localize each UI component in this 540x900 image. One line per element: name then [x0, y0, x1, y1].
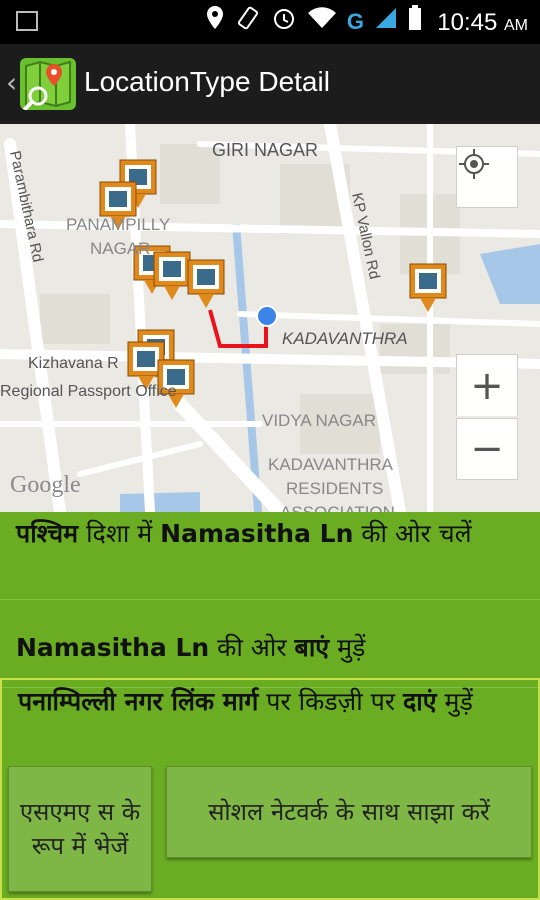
- status-bar: G 10:45 AM: [0, 0, 540, 44]
- back-chevron-icon[interactable]: ‹: [6, 66, 17, 99]
- share-social-button[interactable]: सोशल नेटवर्क के साथ साझा करें: [166, 766, 532, 858]
- page-title: LocationType Detail: [84, 66, 330, 97]
- step-emphasis: Namasitha Ln: [16, 633, 210, 662]
- step-emphasis: पनाम्पिल्ली नगर लिंक मार्ग: [18, 687, 259, 716]
- step-text: मुड़ें: [329, 633, 366, 662]
- map-label: NAGAR: [90, 239, 150, 258]
- zoom-out-button[interactable]: −: [456, 418, 518, 480]
- rotate-icon: [235, 5, 261, 39]
- direction-step[interactable]: Namasitha Ln की ओर बाएं मुड़ें: [0, 602, 540, 688]
- clock-time: 10:45: [437, 9, 498, 36]
- step-text: की ओर: [209, 633, 295, 662]
- current-location-dot: [256, 305, 278, 327]
- step-emphasis: बाएं: [294, 633, 330, 662]
- map-label: Kizhavana R: [28, 355, 119, 372]
- step-text: दिशा में: [78, 519, 161, 548]
- alarm-icon: [271, 5, 297, 39]
- clock-ampm: AM: [504, 17, 528, 34]
- signal-icon: [374, 6, 398, 38]
- wifi-icon: [307, 6, 337, 38]
- my-location-button[interactable]: [456, 146, 518, 208]
- app-map-icon[interactable]: [20, 58, 76, 110]
- step-emphasis: पश्चिम: [16, 519, 79, 548]
- send-as-sms-button[interactable]: एसएमए स के रूप में भेजें: [8, 766, 152, 892]
- step-text: मुड़ें: [436, 687, 473, 716]
- direction-step[interactable]: पश्चिम दिशा में Namasitha Ln की ओर चलें: [0, 512, 540, 600]
- clock: 10:45 AM: [437, 9, 528, 37]
- map-label: RESIDENTS: [286, 479, 383, 498]
- step-text: पर किडज़ी पर: [258, 687, 404, 716]
- map-label: Regional Passport Office: [0, 383, 177, 400]
- step-emphasis: Namasitha Ln: [160, 519, 354, 548]
- image-icon: [16, 11, 38, 31]
- google-logo: Google: [10, 472, 81, 498]
- network-type-label: G: [346, 9, 364, 34]
- map-view[interactable]: GIRI NAGAR PANAMPILLY NAGAR Parambithara…: [0, 124, 540, 512]
- map-label: KADAVANTHRA: [268, 455, 394, 474]
- step-text: की ओर चलें: [353, 519, 472, 548]
- action-bar: ‹ LocationType Detail: [0, 44, 540, 126]
- map-label: GIRI NAGAR: [212, 140, 318, 160]
- location-pin-icon: [205, 5, 225, 39]
- map-label: PANAMPILLY: [66, 215, 170, 234]
- zoom-in-button[interactable]: +: [456, 354, 518, 416]
- crosshair-icon: [459, 149, 489, 179]
- status-icons: G: [205, 5, 422, 39]
- map-label: VIDYA NAGAR: [262, 411, 376, 430]
- map-label: KADAVANTHRA: [282, 329, 408, 348]
- step-emphasis: दाएं: [403, 687, 437, 716]
- battery-icon: [408, 5, 422, 39]
- map-label: ASSOCIATION: [280, 503, 395, 512]
